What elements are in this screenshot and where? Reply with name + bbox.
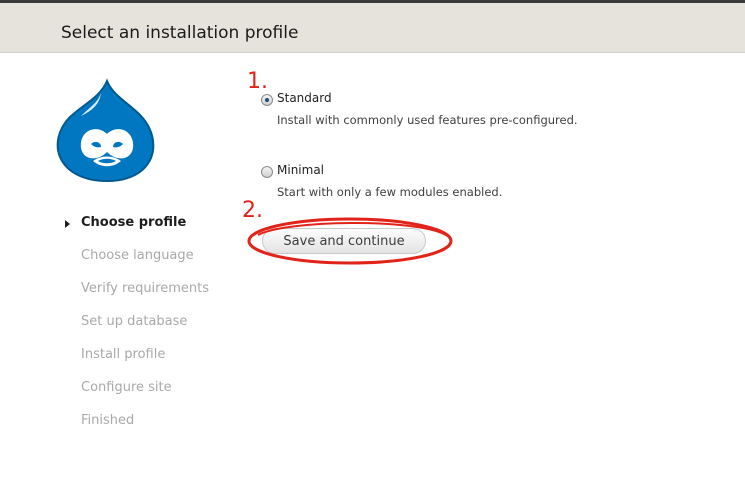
step-label: Configure site [81, 380, 172, 395]
step-choose-profile: Choose profile [60, 212, 240, 245]
drupal-logo [56, 78, 155, 182]
standard-label[interactable]: Standard [277, 91, 332, 105]
step-finished: Finished [60, 410, 240, 443]
step-configure-site: Configure site [60, 377, 240, 410]
step-verify-requirements: Verify requirements [60, 278, 240, 311]
step-label: Choose language [81, 248, 194, 263]
minimal-radio[interactable] [261, 166, 273, 178]
step-label: Verify requirements [81, 281, 210, 296]
current-step-arrow-icon [65, 220, 70, 228]
page-header: Select an installation profile [0, 3, 745, 53]
annotation-highlight-ellipse [247, 217, 453, 265]
minimal-description: Start with only a few modules enabled. [277, 185, 503, 199]
standard-radio[interactable] [261, 94, 273, 106]
installation-steps: Choose profile Choose language Verify re… [60, 212, 240, 443]
page-title: Select an installation profile [61, 23, 299, 43]
step-set-up-database: Set up database [60, 311, 240, 344]
minimal-label[interactable]: Minimal [277, 163, 324, 177]
step-label: Choose profile [81, 215, 187, 230]
step-label: Install profile [81, 347, 166, 362]
step-label: Set up database [81, 314, 188, 329]
standard-description: Install with commonly used features pre-… [277, 113, 578, 127]
step-install-profile: Install profile [60, 344, 240, 377]
step-choose-language: Choose language [60, 245, 240, 278]
annotation-step-1: 1. [247, 69, 268, 94]
step-label: Finished [81, 413, 135, 428]
